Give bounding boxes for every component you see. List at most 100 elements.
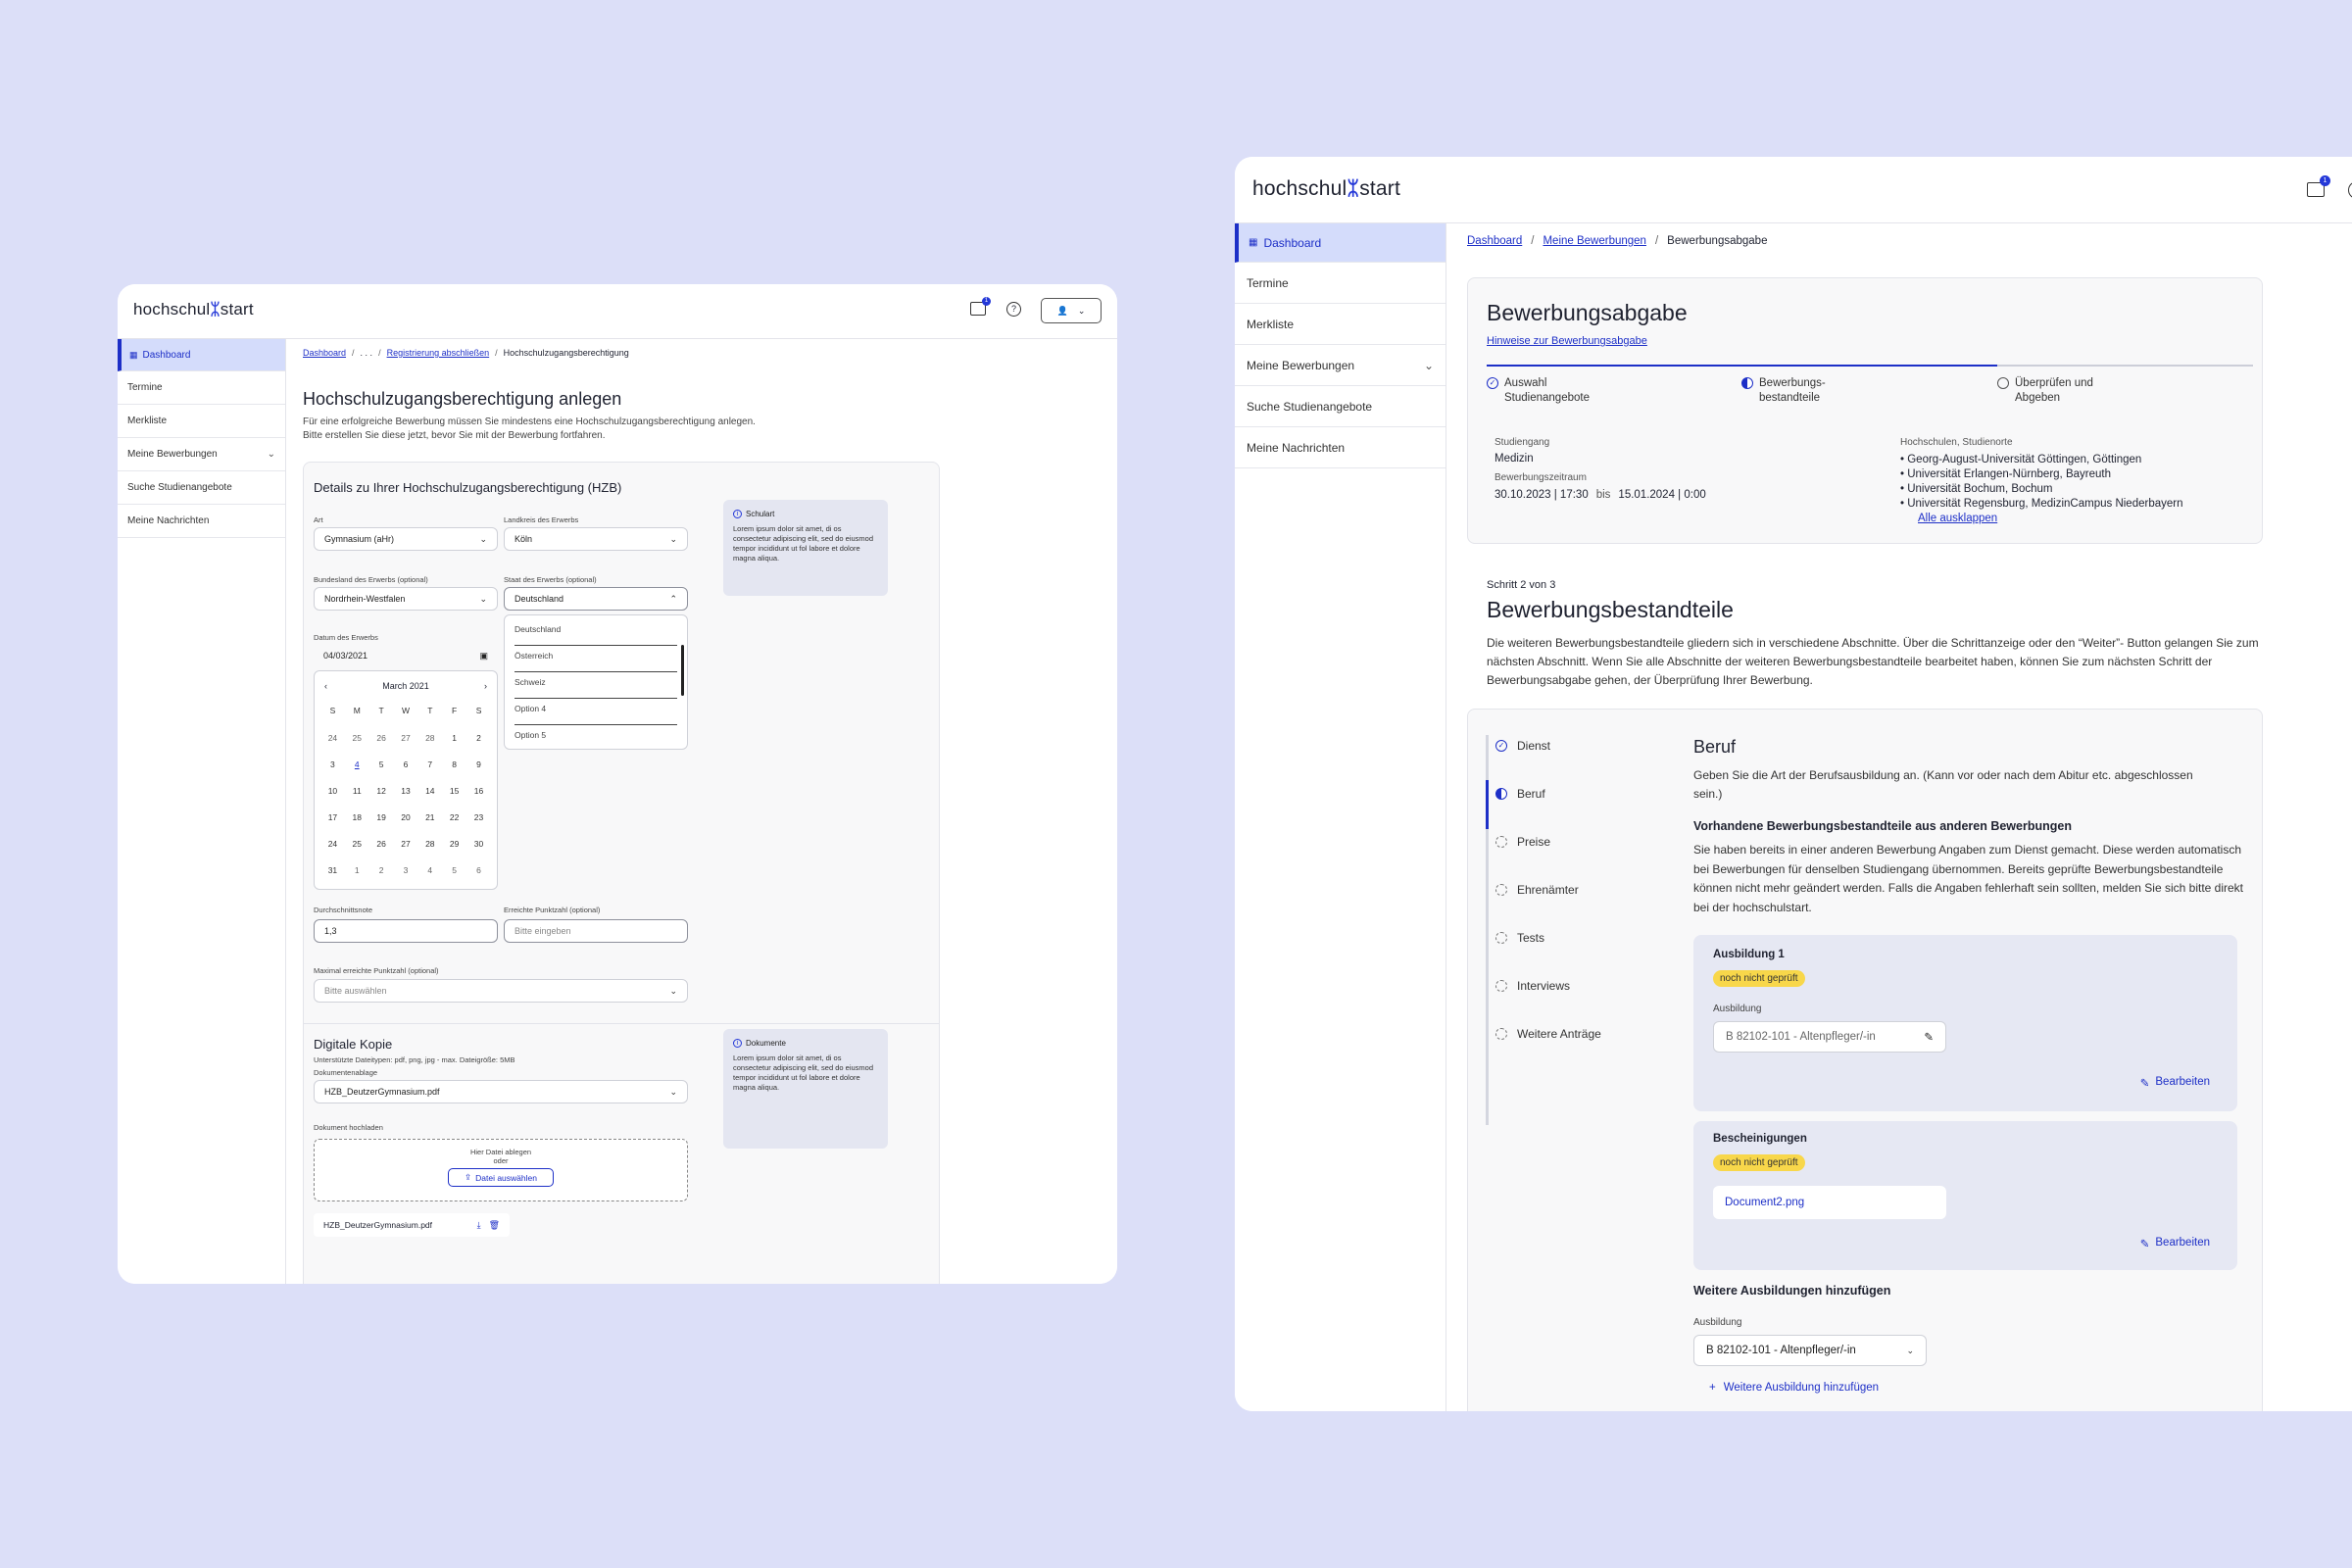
download-icon[interactable]: ⤓ <box>477 1220 481 1231</box>
calendar-day[interactable]: 27 <box>394 830 418 857</box>
help-icon[interactable] <box>2348 181 2352 199</box>
user-menu-button[interactable]: 👤 ⌄ <box>1041 298 1102 323</box>
calendar-day[interactable]: 22 <box>442 804 466 830</box>
ausbildung-select[interactable]: B 82102-101 - Altenpfleger/-in ⌄ <box>1693 1335 1927 1366</box>
bundesland-select[interactable]: Nordrhein-Westfalen ⌄ <box>314 587 498 611</box>
calendar-day[interactable]: 9 <box>466 751 491 777</box>
calendar-day[interactable]: 10 <box>320 777 345 804</box>
datum-input[interactable]: 04/03/2021 ▣ <box>314 645 498 666</box>
document-link[interactable]: Document2.png <box>1713 1186 1946 1219</box>
calendar-day[interactable]: 12 <box>369 777 394 804</box>
landkreis-select[interactable]: Köln ⌄ <box>504 527 688 551</box>
breadcrumb-bewerbungen[interactable]: Meine Bewerbungen <box>1543 235 1646 247</box>
calendar-day[interactable]: 15 <box>442 777 466 804</box>
vnav-item-ehrenaemter[interactable]: Ehrenämter <box>1495 879 1579 901</box>
step-auswahl[interactable]: ✓ Auswahl Studienangebote <box>1487 376 1590 406</box>
mail-icon[interactable]: 1 <box>2307 175 2330 197</box>
breadcrumb-dashboard[interactable]: Dashboard <box>303 348 346 358</box>
sidebar-item-bewerbungen[interactable]: Meine Bewerbungen ⌄ <box>1235 345 1446 386</box>
calendar-day[interactable]: 30 <box>466 830 491 857</box>
calendar-day[interactable]: 4 <box>417 857 442 883</box>
vnav-item-preise[interactable]: Preise <box>1495 831 1550 853</box>
calendar-day[interactable]: 2 <box>466 724 491 751</box>
calendar-day[interactable]: 7 <box>417 751 442 777</box>
sidebar-item-termine[interactable]: Termine <box>1235 263 1446 304</box>
durchschnitt-input[interactable]: 1,3 <box>314 919 498 943</box>
sidebar-item-merkliste[interactable]: Merkliste <box>1235 304 1446 345</box>
calendar-day[interactable]: 13 <box>394 777 418 804</box>
calendar-day[interactable]: 29 <box>442 830 466 857</box>
sidebar-item-dashboard[interactable]: ▦ Dashboard <box>1235 223 1446 263</box>
dropdown-scrollbar[interactable] <box>681 645 684 696</box>
calendar-day[interactable]: 3 <box>320 751 345 777</box>
calendar-day[interactable]: 6 <box>466 857 491 883</box>
calendar-day[interactable]: 6 <box>394 751 418 777</box>
max-punktzahl-select[interactable]: Bitte auswählen ⌄ <box>314 979 688 1003</box>
calendar-day[interactable]: 1 <box>442 724 466 751</box>
art-select[interactable]: Gymnasium (aHr) ⌄ <box>314 527 498 551</box>
breadcrumb-ellipsis[interactable]: . . . <box>361 348 373 358</box>
punktzahl-input[interactable]: Bitte eingeben <box>504 919 688 943</box>
calendar-day[interactable]: 17 <box>320 804 345 830</box>
calendar-day[interactable]: 5 <box>442 857 466 883</box>
choose-file-button[interactable]: ⇪ Datei auswählen <box>448 1168 554 1187</box>
calendar-day[interactable]: 19 <box>369 804 394 830</box>
step-ueberpruefen[interactable]: Überprüfen und Abgeben <box>1997 376 2093 406</box>
calendar-day[interactable]: 26 <box>369 830 394 857</box>
dropdown-option[interactable]: Deutschland <box>514 619 677 646</box>
dropdown-option[interactable]: Österreich <box>514 646 677 672</box>
help-icon[interactable]: ? <box>1006 302 1021 317</box>
vnav-item-weitere[interactable]: Weitere Anträge <box>1495 1023 1601 1045</box>
sidebar-item-termine[interactable]: Termine <box>118 371 285 405</box>
breadcrumb-registration[interactable]: Registrierung abschließen <box>387 348 490 358</box>
vnav-item-tests[interactable]: Tests <box>1495 927 1544 949</box>
calendar-day[interactable]: 1 <box>345 857 369 883</box>
edit-bescheinigungen-button[interactable]: ✎ Bearbeiten <box>2140 1237 2210 1250</box>
calendar-day[interactable]: 14 <box>417 777 442 804</box>
staat-select[interactable]: Deutschland ⌃ <box>504 587 688 611</box>
chevron-left-icon[interactable]: ‹ <box>324 681 327 691</box>
calendar-day[interactable]: 11 <box>345 777 369 804</box>
file-dropzone[interactable]: Hier Datei ablegen oder ⇪ Datei auswählen <box>314 1139 688 1201</box>
calendar-day[interactable]: 18 <box>345 804 369 830</box>
breadcrumb-dashboard[interactable]: Dashboard <box>1467 235 1522 247</box>
logo[interactable]: hochschulᛯstart <box>1252 177 1400 201</box>
dokumentenablage-select[interactable]: HZB_DeutzerGymnasium.pdf ⌄ <box>314 1080 688 1103</box>
sidebar-item-merkliste[interactable]: Merkliste <box>118 405 285 438</box>
edit-ausbildung-button[interactable]: ✎ Bearbeiten <box>2140 1076 2210 1090</box>
dropdown-option[interactable]: Schweiz <box>514 672 677 699</box>
sidebar-item-nachrichten[interactable]: Meine Nachrichten <box>118 505 285 538</box>
calendar-day[interactable]: 20 <box>394 804 418 830</box>
vnav-item-dienst[interactable]: ✓ Dienst <box>1495 735 1550 757</box>
calendar-day-selected[interactable]: 4 <box>345 751 369 777</box>
calendar-day[interactable]: 3 <box>394 857 418 883</box>
calendar-day[interactable]: 26 <box>369 724 394 751</box>
calendar-day[interactable]: 25 <box>345 830 369 857</box>
calendar-day[interactable]: 16 <box>466 777 491 804</box>
calendar-day[interactable]: 2 <box>369 857 394 883</box>
calendar-day[interactable]: 24 <box>320 724 345 751</box>
sidebar-item-nachrichten[interactable]: Meine Nachrichten <box>1235 427 1446 468</box>
trash-icon[interactable]: 🗑 <box>489 1220 500 1231</box>
dropdown-option[interactable]: Option 5 <box>514 725 677 752</box>
mail-icon[interactable]: 1 <box>970 297 991 316</box>
calendar-day[interactable]: 23 <box>466 804 491 830</box>
vnav-item-interviews[interactable]: Interviews <box>1495 975 1570 997</box>
calendar-day[interactable]: 27 <box>394 724 418 751</box>
sidebar-item-bewerbungen[interactable]: Meine Bewerbungen ⌄ <box>118 438 285 471</box>
step-bestandteile[interactable]: Bewerbungs-bestandteile <box>1741 376 1826 406</box>
sidebar-item-dashboard[interactable]: ▦ Dashboard <box>118 339 285 371</box>
sidebar-item-suche[interactable]: Suche Studienangebote <box>118 471 285 505</box>
calendar-day[interactable]: 31 <box>320 857 345 883</box>
calendar-day[interactable]: 25 <box>345 724 369 751</box>
expand-all-link[interactable]: Alle ausklappen <box>1900 512 2182 526</box>
add-ausbildung-button[interactable]: + Weitere Ausbildung hinzufügen <box>1709 1382 1879 1394</box>
calendar-day[interactable]: 8 <box>442 751 466 777</box>
calendar-day[interactable]: 24 <box>320 830 345 857</box>
chevron-right-icon[interactable]: › <box>484 681 487 691</box>
calendar-day[interactable]: 5 <box>369 751 394 777</box>
calendar-day[interactable]: 28 <box>417 830 442 857</box>
hinweise-link[interactable]: Hinweise zur Bewerbungsabgabe <box>1487 335 1647 347</box>
vnav-item-beruf[interactable]: Beruf <box>1495 783 1545 805</box>
dropdown-option[interactable]: Option 4 <box>514 699 677 725</box>
